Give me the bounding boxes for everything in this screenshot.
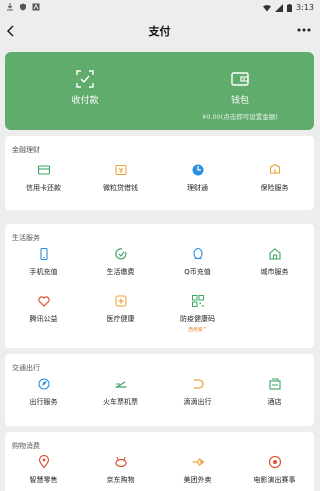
service-loan[interactable]: 微粒贷借钱 <box>82 163 159 193</box>
service-label: 城市服务 <box>260 268 289 276</box>
section-transport: 交通出行 出行服务 火车票机票 滴滴出行 酒店 <box>5 354 314 426</box>
service-label: 保险服务 <box>260 184 289 192</box>
shield-icon <box>20 3 26 11</box>
service-label: 手机充值 <box>29 268 58 276</box>
service-travel[interactable]: 出行服务 <box>5 377 82 407</box>
jd-icon <box>114 456 127 468</box>
service-label: 酒店 <box>267 398 282 406</box>
service-label: 生活缴费 <box>106 268 135 276</box>
service-qcoin[interactable]: Q币充值 <box>159 247 236 277</box>
service-train[interactable]: 火车票机票 <box>82 377 159 407</box>
more-icon[interactable] <box>295 23 313 37</box>
service-jd[interactable]: 京东购物 <box>82 455 159 485</box>
qcoin-icon <box>192 247 203 260</box>
wallet-button[interactable]: 钱包 ¥0.00(点击即可设置金额) <box>173 52 307 130</box>
download-icon <box>7 3 13 11</box>
status-right: 3:13 <box>263 3 314 12</box>
section-finance: 金融理财 信用卡还款 微粒贷借钱 理财通 保险服务 <box>5 136 314 210</box>
wallet-balance: ¥0.00(点击即可设置金额) <box>202 113 278 121</box>
service-label: 信用卡还款 <box>26 184 61 192</box>
service-didi[interactable]: 滴滴出行 <box>159 377 236 407</box>
status-left-icons <box>6 3 40 11</box>
navbar: 支付 <box>0 16 319 46</box>
wifi-icon <box>263 4 272 11</box>
city-icon <box>268 248 281 260</box>
health-code-tag: 西经家^ <box>188 328 207 333</box>
train-icon <box>115 381 126 388</box>
service-label: 京东购物 <box>106 476 135 484</box>
mobile-topup-icon <box>39 247 48 261</box>
service-label: 腾讯公益 <box>29 315 58 323</box>
service-hotel[interactable]: 酒店 <box>236 377 313 407</box>
section-title: 购物消费 <box>12 442 40 450</box>
service-charity[interactable]: 腾讯公益 <box>5 294 82 324</box>
service-label: 防疫健康码 <box>180 315 215 323</box>
page-title: 支付 <box>148 25 171 38</box>
service-label: Q币充值 <box>184 268 211 276</box>
font-icon <box>32 3 40 11</box>
movie-icon <box>268 455 281 469</box>
pay-receive-button[interactable]: 收付款 <box>25 52 145 130</box>
section-title: 金融理财 <box>12 146 40 154</box>
service-label: 出行服务 <box>29 398 58 406</box>
medical-icon <box>114 295 127 307</box>
charity-icon <box>37 296 50 307</box>
credit-card-icon <box>37 165 50 175</box>
service-label: 微粒贷借钱 <box>103 184 138 192</box>
utility-icon <box>114 248 126 260</box>
service-label: 火车票机票 <box>103 398 138 406</box>
wealth-icon <box>192 164 203 176</box>
hotel-icon <box>268 378 281 390</box>
retail-icon <box>38 455 49 469</box>
service-label: 滴滴出行 <box>183 398 212 406</box>
service-label: 电影演出赛事 <box>253 476 296 484</box>
wallet-label: 钱包 <box>230 96 249 106</box>
service-mobile-topup[interactable]: 手机充值 <box>5 247 82 277</box>
service-movie[interactable]: 电影演出赛事 <box>236 455 313 485</box>
service-wealth[interactable]: 理财通 <box>159 163 236 193</box>
loan-icon <box>114 164 127 176</box>
pay-label: 收付款 <box>71 96 99 106</box>
travel-icon <box>37 378 50 390</box>
signal-icon <box>275 3 284 12</box>
service-city[interactable]: 城市服务 <box>236 247 313 277</box>
battery-icon <box>287 3 293 12</box>
insurance-icon <box>269 163 280 174</box>
status-time: 3:13 <box>296 3 314 12</box>
service-label: 美团外卖 <box>183 476 212 484</box>
service-retail[interactable]: 智慧零售 <box>5 455 82 485</box>
service-label: 智慧零售 <box>29 476 58 484</box>
service-credit-card[interactable]: 信用卡还款 <box>5 163 82 193</box>
meituan-icon <box>192 458 204 466</box>
section-title: 交通出行 <box>12 364 40 372</box>
service-utility[interactable]: 生活缴费 <box>82 247 159 277</box>
section-title: 生活服务 <box>12 234 40 242</box>
service-label: 医疗健康 <box>106 315 135 323</box>
status-bar: 3:13 <box>0 0 319 16</box>
wallet-card: 收付款 钱包 ¥0.00(点击即可设置金额) <box>5 52 314 130</box>
service-meituan[interactable]: 美团外卖 <box>159 455 236 485</box>
service-health-code[interactable]: 防疫健康码 西经家^ <box>159 294 236 333</box>
section-shopping: 购物消费 智慧零售 京东购物 美团外卖 电影演出赛事 <box>5 432 314 491</box>
service-insurance[interactable]: 保险服务 <box>236 163 313 193</box>
service-medical[interactable]: 医疗健康 <box>82 294 159 324</box>
service-label: 理财通 <box>187 184 208 192</box>
health-code-icon <box>191 295 204 307</box>
scan-pay-icon <box>76 70 94 88</box>
didi-icon <box>193 379 204 389</box>
section-life: 生活服务 手机充值 生活缴费 Q币充值 城市服务 腾讯公益 医疗健康 防疫健康码… <box>5 224 314 348</box>
wallet-icon <box>231 72 249 86</box>
